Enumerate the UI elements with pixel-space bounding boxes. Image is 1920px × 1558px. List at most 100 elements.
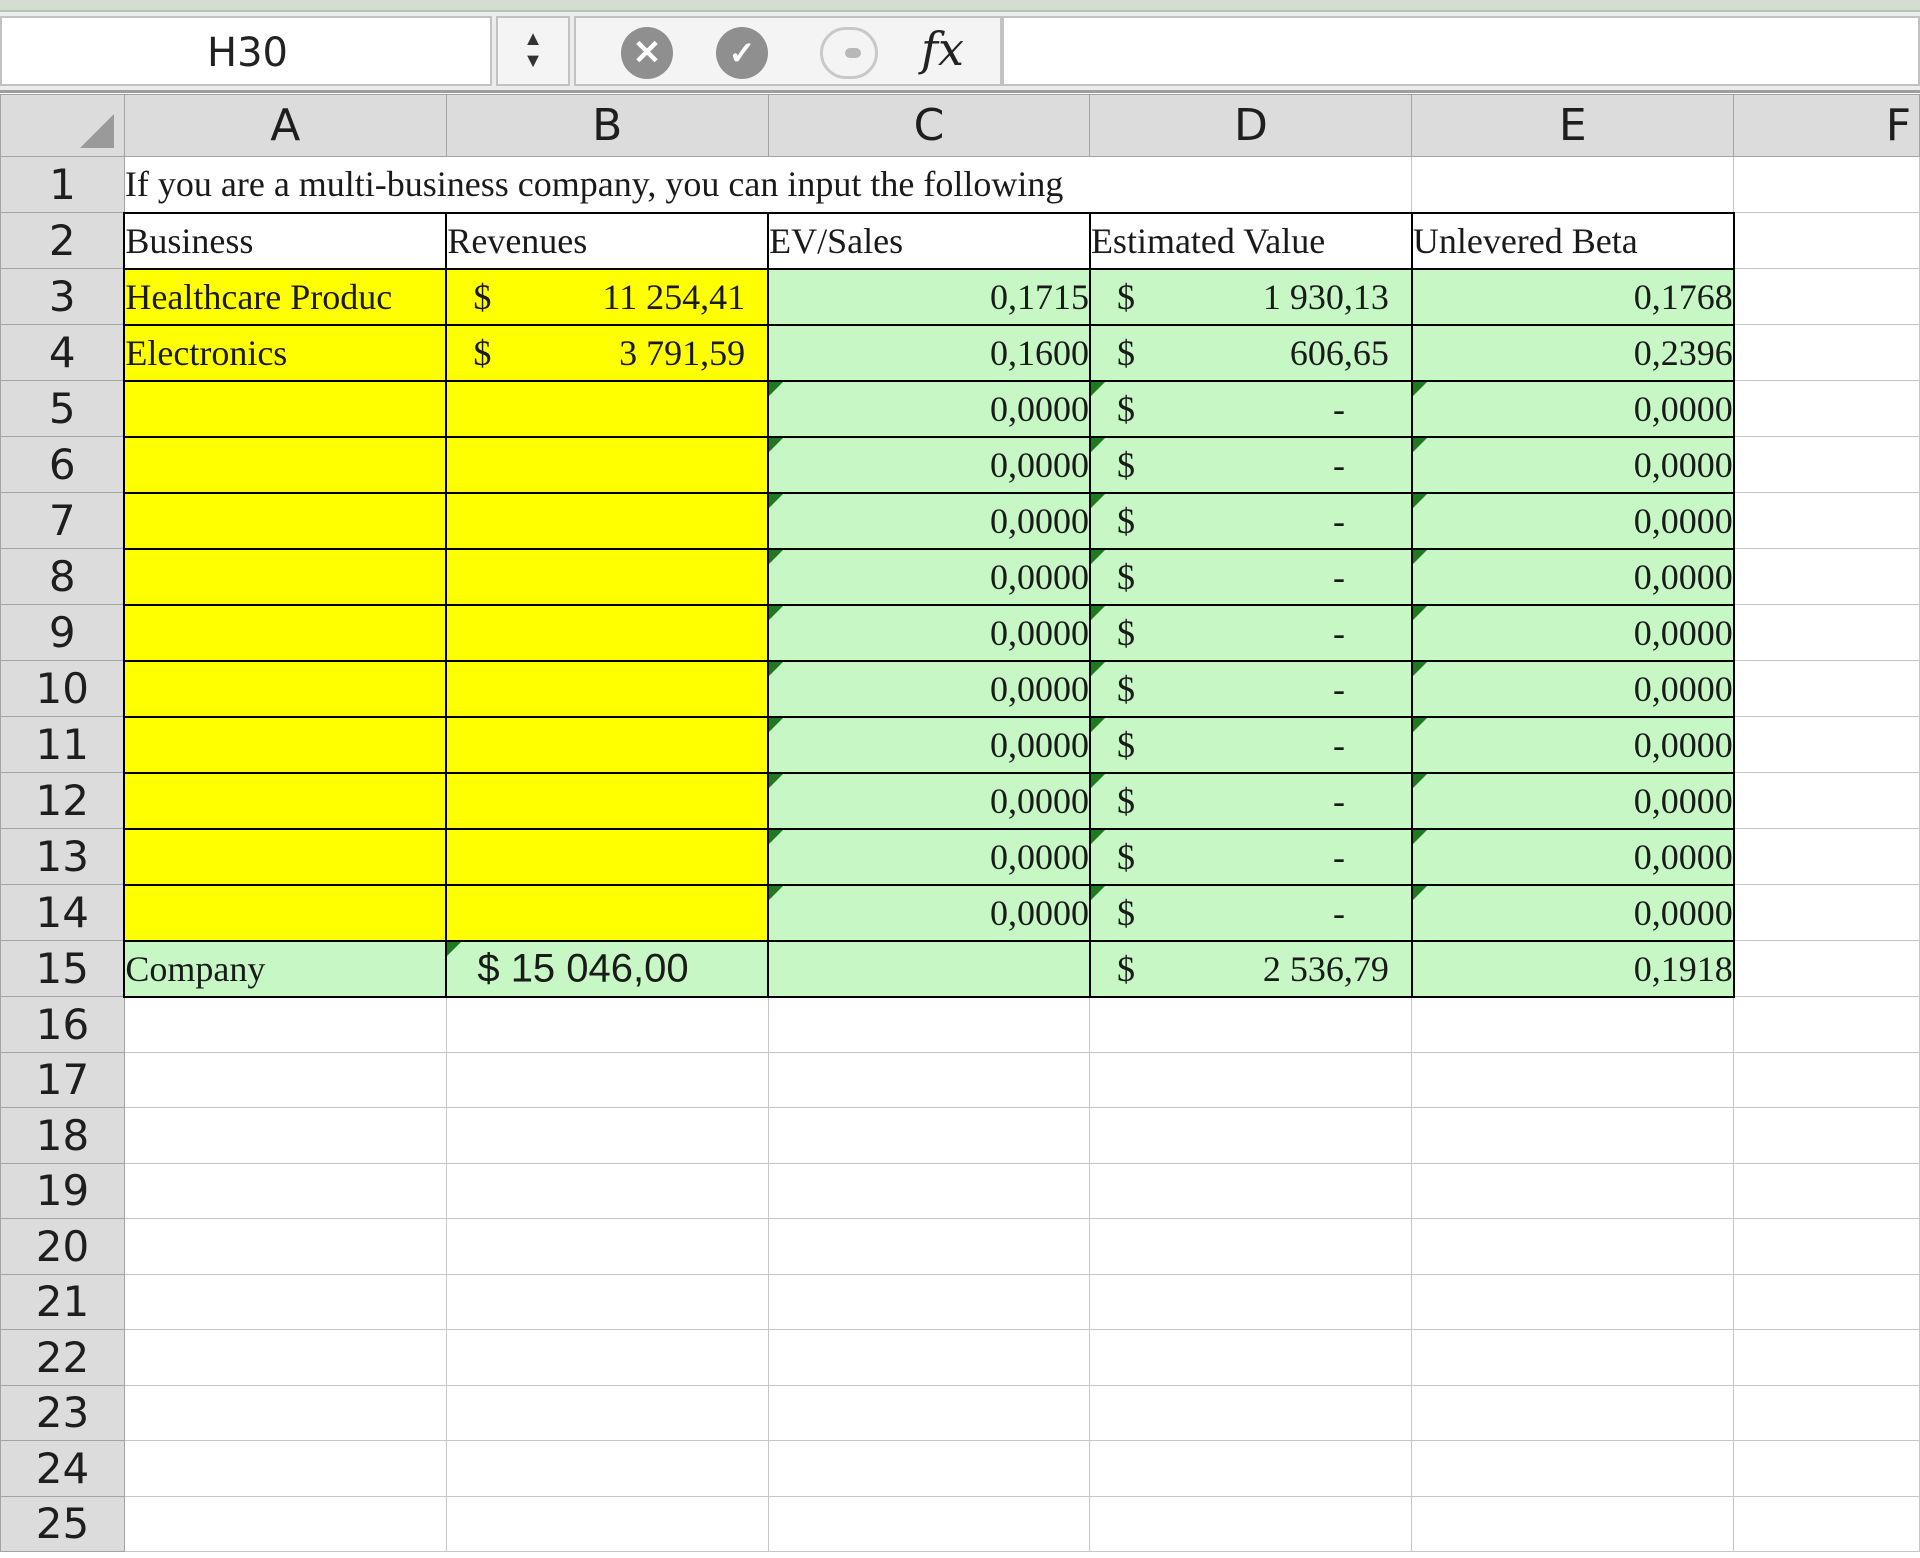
row-header-24[interactable]: 24 <box>0 1440 125 1497</box>
row-header-3[interactable]: 3 <box>0 268 125 325</box>
cell-c25[interactable] <box>767 1495 1091 1552</box>
row-header-20[interactable]: 20 <box>0 1218 125 1275</box>
cell-d3[interactable]: $1 930,13 <box>1088 267 1413 326</box>
cell-a12[interactable] <box>123 771 448 830</box>
cell-b15[interactable]: $ 15 046,00 <box>445 939 770 998</box>
cell-a11[interactable] <box>123 715 448 774</box>
cell-e17[interactable] <box>1411 1051 1735 1108</box>
cell-f2[interactable] <box>1733 212 1920 269</box>
cell-c15[interactable] <box>767 939 1091 998</box>
cell-e23[interactable] <box>1411 1384 1735 1441</box>
cell-f6[interactable] <box>1733 436 1920 493</box>
formula-mode-icon[interactable] <box>820 27 878 79</box>
cell-c18[interactable] <box>767 1107 1091 1164</box>
cell-f23[interactable] <box>1733 1384 1920 1441</box>
chevron-up-icon[interactable]: ▲ <box>498 28 568 50</box>
column-header-a[interactable]: A <box>123 94 447 157</box>
cell-f19[interactable] <box>1733 1162 1920 1219</box>
cell-f7[interactable] <box>1733 492 1920 549</box>
name-box[interactable]: H30 <box>0 16 492 86</box>
cell-f11[interactable] <box>1733 716 1920 773</box>
cell-b21[interactable] <box>445 1273 769 1330</box>
row-header-6[interactable]: 6 <box>0 436 125 493</box>
cell-e5[interactable]: 0,0000 <box>1410 379 1735 438</box>
cell-b18[interactable] <box>445 1107 769 1164</box>
cell-f20[interactable] <box>1733 1218 1920 1275</box>
column-header-e[interactable]: E <box>1411 94 1735 157</box>
row-header-23[interactable]: 23 <box>0 1384 125 1441</box>
cell-b2[interactable]: Revenues <box>445 211 770 270</box>
row-header-21[interactable]: 21 <box>0 1273 125 1330</box>
cell-b22[interactable] <box>445 1329 769 1386</box>
cell-e19[interactable] <box>1411 1162 1735 1219</box>
cell-a19[interactable] <box>123 1162 447 1219</box>
cell-f10[interactable] <box>1733 660 1920 717</box>
cell-e6[interactable]: 0,0000 <box>1410 435 1735 494</box>
cell-d4[interactable]: $606,65 <box>1088 323 1413 382</box>
cell-a8[interactable] <box>123 547 448 606</box>
cell-a6[interactable] <box>123 435 448 494</box>
cell-e9[interactable]: 0,0000 <box>1410 603 1735 662</box>
cell-b14[interactable] <box>445 883 770 942</box>
cell-a13[interactable] <box>123 827 448 886</box>
row-header-2[interactable]: 2 <box>0 212 125 269</box>
cell-e7[interactable]: 0,0000 <box>1410 491 1735 550</box>
cell-b6[interactable] <box>445 435 770 494</box>
row-header-16[interactable]: 16 <box>0 996 125 1053</box>
cell-e4[interactable]: 0,2396 <box>1410 323 1735 382</box>
cell-c12[interactable]: 0,0000 <box>767 771 1091 830</box>
cell-b20[interactable] <box>445 1218 769 1275</box>
cell-e2[interactable]: Unlevered Beta <box>1410 211 1735 270</box>
cell-d16[interactable] <box>1089 996 1413 1053</box>
cell-a16[interactable] <box>123 996 447 1053</box>
cell-b4[interactable]: $3 791,59 <box>445 323 770 382</box>
cell-e20[interactable] <box>1411 1218 1735 1275</box>
cell-a15[interactable]: Company <box>123 939 448 998</box>
cell-a22[interactable] <box>123 1329 447 1386</box>
cell-a2[interactable]: Business <box>123 211 448 270</box>
cancel-icon[interactable]: ✕ <box>621 27 673 79</box>
cell-c17[interactable] <box>767 1051 1091 1108</box>
cell-a9[interactable] <box>123 603 448 662</box>
cell-f9[interactable] <box>1733 604 1920 661</box>
cell-b7[interactable] <box>445 491 770 550</box>
cell-d7[interactable]: $ - <box>1088 491 1413 550</box>
row-header-13[interactable]: 13 <box>0 828 125 885</box>
cell-a23[interactable] <box>123 1384 447 1441</box>
cell-d17[interactable] <box>1089 1051 1413 1108</box>
cell-a7[interactable] <box>123 491 448 550</box>
cell-a14[interactable] <box>123 883 448 942</box>
cell-f1[interactable] <box>1733 156 1920 213</box>
cell-f21[interactable] <box>1733 1273 1920 1330</box>
cell-c14[interactable]: 0,0000 <box>767 883 1091 942</box>
cell-c5[interactable]: 0,0000 <box>767 379 1091 438</box>
cell-d24[interactable] <box>1089 1440 1413 1497</box>
cell-d11[interactable]: $ - <box>1088 715 1413 774</box>
row-header-5[interactable]: 5 <box>0 380 125 437</box>
cell-c19[interactable] <box>767 1162 1091 1219</box>
row-header-11[interactable]: 11 <box>0 716 125 773</box>
cell-e24[interactable] <box>1411 1440 1735 1497</box>
cell-c16[interactable] <box>767 996 1091 1053</box>
cell-f3[interactable] <box>1733 268 1920 325</box>
cell-a20[interactable] <box>123 1218 447 1275</box>
row-header-17[interactable]: 17 <box>0 1051 125 1108</box>
cell-c23[interactable] <box>767 1384 1091 1441</box>
enter-icon[interactable]: ✓ <box>716 27 768 79</box>
cell-e14[interactable]: 0,0000 <box>1410 883 1735 942</box>
cell-d18[interactable] <box>1089 1107 1413 1164</box>
cell-f22[interactable] <box>1733 1329 1920 1386</box>
cell-a5[interactable] <box>123 379 448 438</box>
cell-e25[interactable] <box>1411 1495 1735 1552</box>
name-box-stepper[interactable]: ▲ ▼ <box>496 16 570 86</box>
cell-e18[interactable] <box>1411 1107 1735 1164</box>
cell-b24[interactable] <box>445 1440 769 1497</box>
cell-c7[interactable]: 0,0000 <box>767 491 1091 550</box>
cell-e21[interactable] <box>1411 1273 1735 1330</box>
row-header-9[interactable]: 9 <box>0 604 125 661</box>
cell-b3[interactable]: $11 254,41 <box>445 267 770 326</box>
cell-c6[interactable]: 0,0000 <box>767 435 1091 494</box>
row-header-7[interactable]: 7 <box>0 492 125 549</box>
cell-a24[interactable] <box>123 1440 447 1497</box>
cell-e1[interactable] <box>1411 156 1735 214</box>
